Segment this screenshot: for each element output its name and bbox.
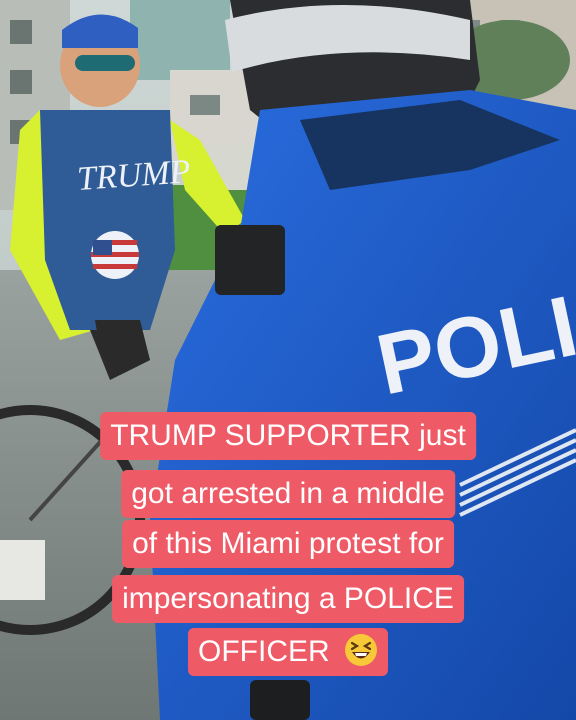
video-frame: TRUMP POLIC TRUMP SUPPORTER just got arr… [0, 0, 576, 720]
sunglasses [75, 55, 135, 71]
flag-emblem [91, 231, 139, 279]
shirt-trump-text: TRUMP [76, 153, 192, 198]
handlebar-device [215, 225, 285, 295]
photo-scene: TRUMP POLIC [0, 0, 576, 720]
